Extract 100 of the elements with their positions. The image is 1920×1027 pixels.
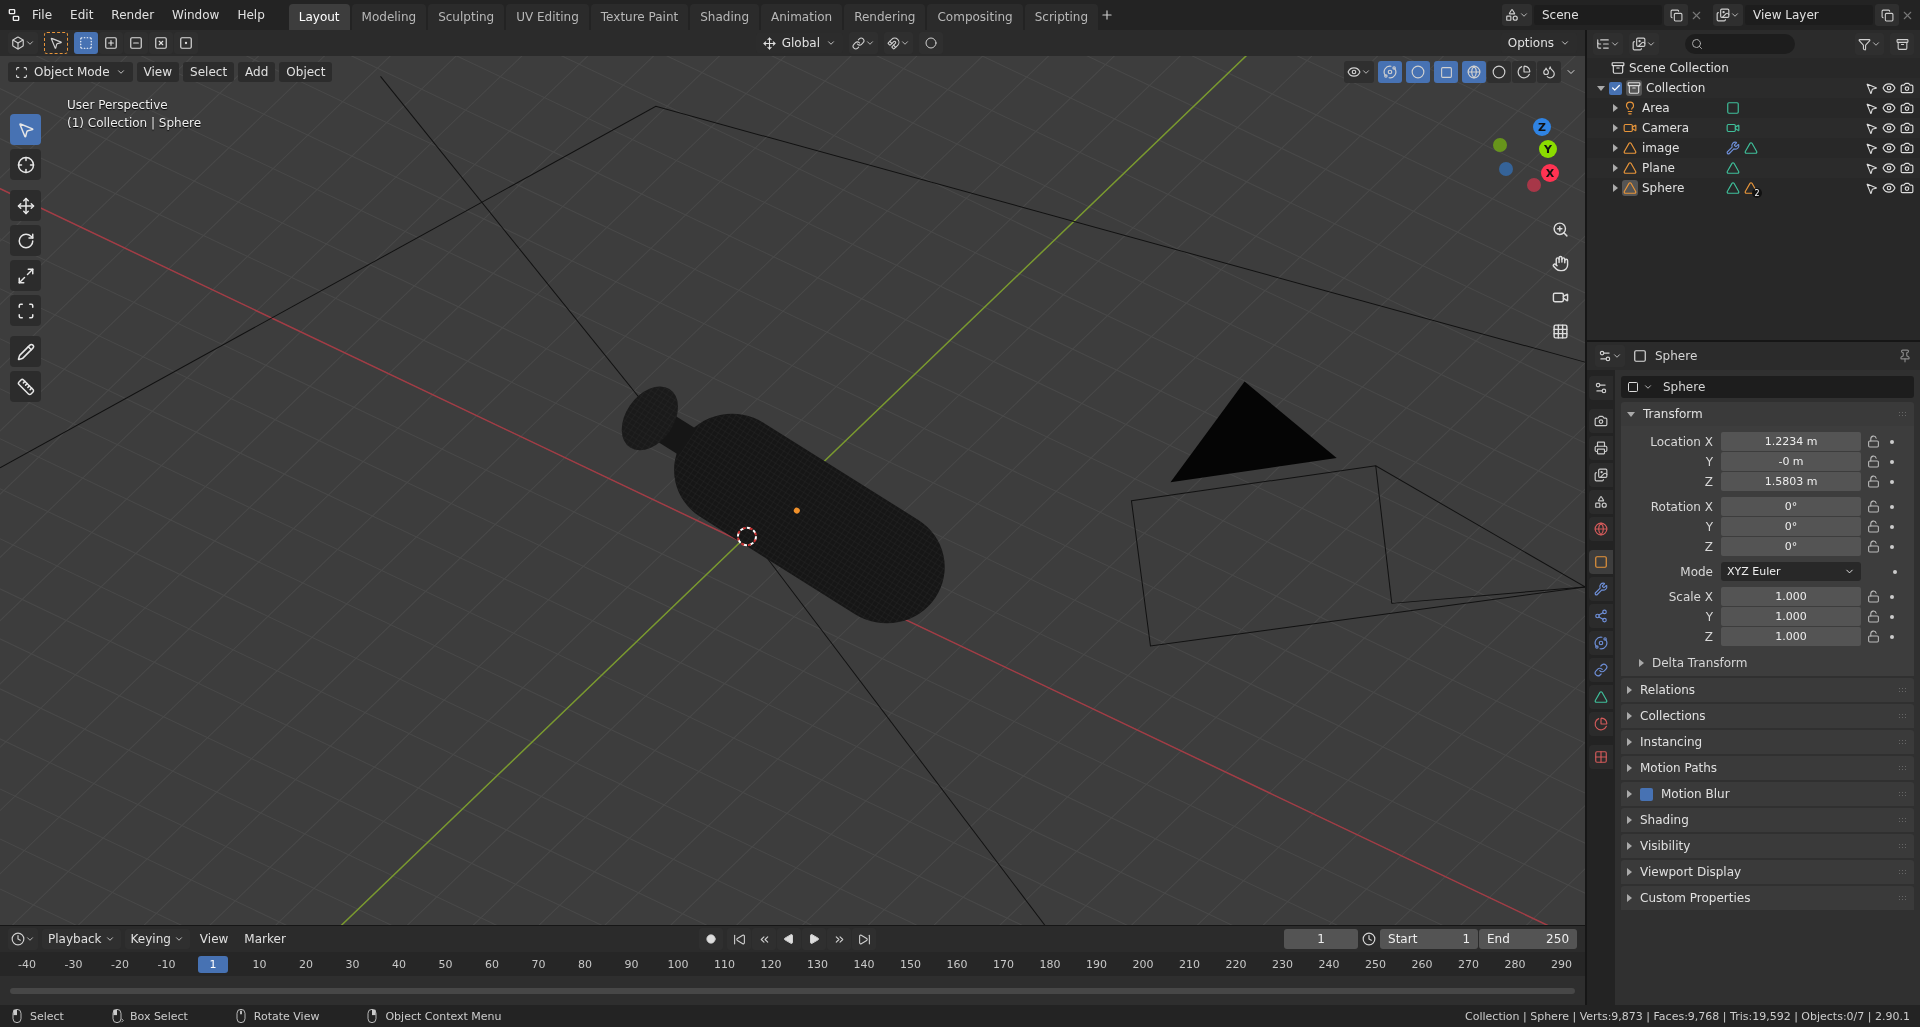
end-frame-field[interactable]: End 250 — [1479, 929, 1577, 949]
panel-title[interactable]: Transform — [1643, 407, 1890, 421]
workspace-tab[interactable]: Animation — [761, 3, 843, 31]
workspace-tab[interactable]: Layout — [288, 3, 350, 31]
frame-number: 10 — [251, 956, 268, 973]
timeline-menu[interactable]: Marker — [238, 929, 292, 949]
number-field[interactable]: 0° — [1721, 537, 1861, 556]
number-field[interactable]: 0° — [1721, 517, 1861, 536]
panel-header[interactable]: Viewport Display — [1621, 860, 1914, 884]
status-hint: Box Select — [129, 1009, 188, 1023]
panel-title[interactable]: Collections — [1640, 709, 1890, 723]
frame-number: 40 — [391, 956, 407, 973]
start-frame-field[interactable]: Start 1 — [1380, 929, 1478, 949]
workspace-tab[interactable]: Sculpting — [428, 3, 505, 31]
panel-title[interactable]: Viewport Display — [1640, 865, 1890, 879]
workspace-tab[interactable]: Texture Paint — [590, 3, 689, 31]
viewport-menu[interactable]: Add — [238, 62, 276, 82]
number-field[interactable]: 1.000 — [1721, 627, 1861, 646]
frame-number: 90 — [623, 956, 640, 973]
workspace-tab[interactable]: Shading — [690, 3, 759, 31]
timeline-dropdown[interactable]: Keying — [124, 929, 190, 949]
scene-name-field[interactable]: Scene — [1534, 5, 1662, 25]
frame-number: 50 — [437, 956, 454, 973]
mode-dropdown[interactable]: Object Mode — [8, 62, 133, 82]
property-label: Scale X — [1667, 589, 1714, 604]
frame-number: 120 — [759, 956, 783, 973]
number-field[interactable]: 1.5803 m — [1721, 472, 1861, 491]
status-hint: Rotate View — [253, 1009, 320, 1023]
menu-item[interactable]: File — [24, 4, 61, 26]
viewport-menu[interactable]: Object — [279, 62, 333, 82]
property-label: Z — [1703, 474, 1714, 489]
panel-header[interactable]: Shading — [1621, 808, 1914, 832]
frame-number: 140 — [852, 956, 876, 973]
property-label: Location X — [1649, 434, 1714, 449]
outliner-item-name[interactable]: Scene Collection — [1629, 61, 1829, 75]
panel-title[interactable]: Motion Blur — [1661, 787, 1890, 801]
property-label: Mode — [1679, 564, 1714, 579]
panel-title[interactable]: Custom Properties — [1640, 891, 1890, 905]
panel-title[interactable]: Relations — [1640, 683, 1890, 697]
panel-title[interactable]: Visibility — [1640, 839, 1890, 853]
frame-number: 110 — [713, 956, 736, 973]
current-frame-field[interactable]: 1 — [1284, 929, 1358, 949]
timeline-menu[interactable]: View — [193, 929, 235, 949]
frame-number: 250 — [1364, 956, 1387, 973]
workspace-tab[interactable]: Compositing — [927, 3, 1023, 31]
workspace-tab[interactable]: UV Editing — [506, 3, 589, 31]
number-field[interactable]: 1.000 — [1721, 587, 1861, 606]
frame-number: 70 — [530, 956, 547, 973]
status-hint: Object Context Menu — [385, 1009, 502, 1023]
workspace-tab[interactable]: Rendering — [844, 3, 926, 31]
timeline-dropdown[interactable]: Playback — [42, 929, 121, 949]
frame-number: 20 — [298, 956, 314, 973]
property-label: Y — [1704, 519, 1714, 534]
frame-number: 240 — [1317, 956, 1341, 973]
number-field[interactable]: 1.2234 m — [1721, 432, 1861, 451]
menu-item[interactable]: Edit — [62, 4, 102, 26]
frame-number: 220 — [1224, 956, 1248, 973]
panel-header[interactable]: Relations — [1621, 678, 1914, 702]
panel-header[interactable]: Instancing — [1621, 730, 1914, 754]
status-hint: Select — [30, 1009, 64, 1023]
number-field[interactable]: 1.000 — [1721, 607, 1861, 626]
menu-item[interactable]: Render — [103, 4, 163, 26]
frame-number: 60 — [484, 956, 500, 973]
property-label: Z — [1703, 539, 1714, 554]
property-label: Z — [1703, 629, 1714, 644]
object-name-field[interactable]: Sphere — [1621, 376, 1914, 398]
outliner-item-name[interactable]: Area — [1642, 101, 1722, 115]
menu-item[interactable]: Window — [164, 4, 228, 26]
number-field[interactable]: 0° — [1721, 497, 1861, 516]
panel-title[interactable]: Shading — [1640, 813, 1890, 827]
frame-number: 270 — [1457, 956, 1480, 973]
number-field[interactable]: -0 m — [1721, 452, 1861, 471]
outliner-item-name[interactable]: Camera — [1642, 121, 1722, 135]
scene-statistics: Collection | Sphere | Verts:9,873 | Faces:9,768 | Tris:19,592 | Objects:0/7 | 2.90.1 — [1465, 1009, 1910, 1023]
outliner-item-name[interactable]: Plane — [1642, 161, 1722, 175]
panel-header[interactable]: Visibility — [1621, 834, 1914, 858]
panel-header[interactable]: Transform — [1621, 402, 1914, 426]
outliner-item-name[interactable]: Collection — [1646, 81, 1836, 95]
panel-header[interactable]: Collections — [1621, 704, 1914, 728]
panel-title[interactable]: Instancing — [1640, 735, 1890, 749]
workspace-tab[interactable]: Scripting — [1024, 3, 1099, 31]
view-layer-name-field[interactable]: View Layer — [1745, 5, 1873, 25]
outliner-item-name[interactable]: Sphere — [1642, 181, 1722, 195]
outliner-item-name[interactable]: image — [1642, 141, 1722, 155]
frame-number: 100 — [666, 956, 690, 973]
current-frame-marker[interactable]: 1 — [198, 955, 228, 973]
menu-item[interactable]: Help — [229, 4, 273, 26]
viewport-menu[interactable]: Select — [183, 62, 235, 82]
panel-header[interactable]: Motion Blur — [1621, 782, 1914, 806]
frame-number: -40 — [17, 956, 37, 973]
panel-title[interactable]: Motion Paths — [1640, 761, 1890, 775]
frame-number: 30 — [344, 956, 361, 973]
panel-header[interactable]: Motion Paths — [1621, 756, 1914, 780]
panel-header[interactable]: Custom Properties — [1621, 886, 1914, 910]
subpanel-title[interactable]: Delta Transform — [1652, 656, 1748, 670]
mode-dropdown[interactable]: XYZ Euler — [1721, 562, 1861, 581]
workspace-tab[interactable]: Modeling — [351, 3, 427, 31]
view-name: User Perspective — [67, 98, 168, 112]
frame-number: 260 — [1410, 956, 1434, 973]
viewport-menu[interactable]: View — [136, 62, 180, 82]
